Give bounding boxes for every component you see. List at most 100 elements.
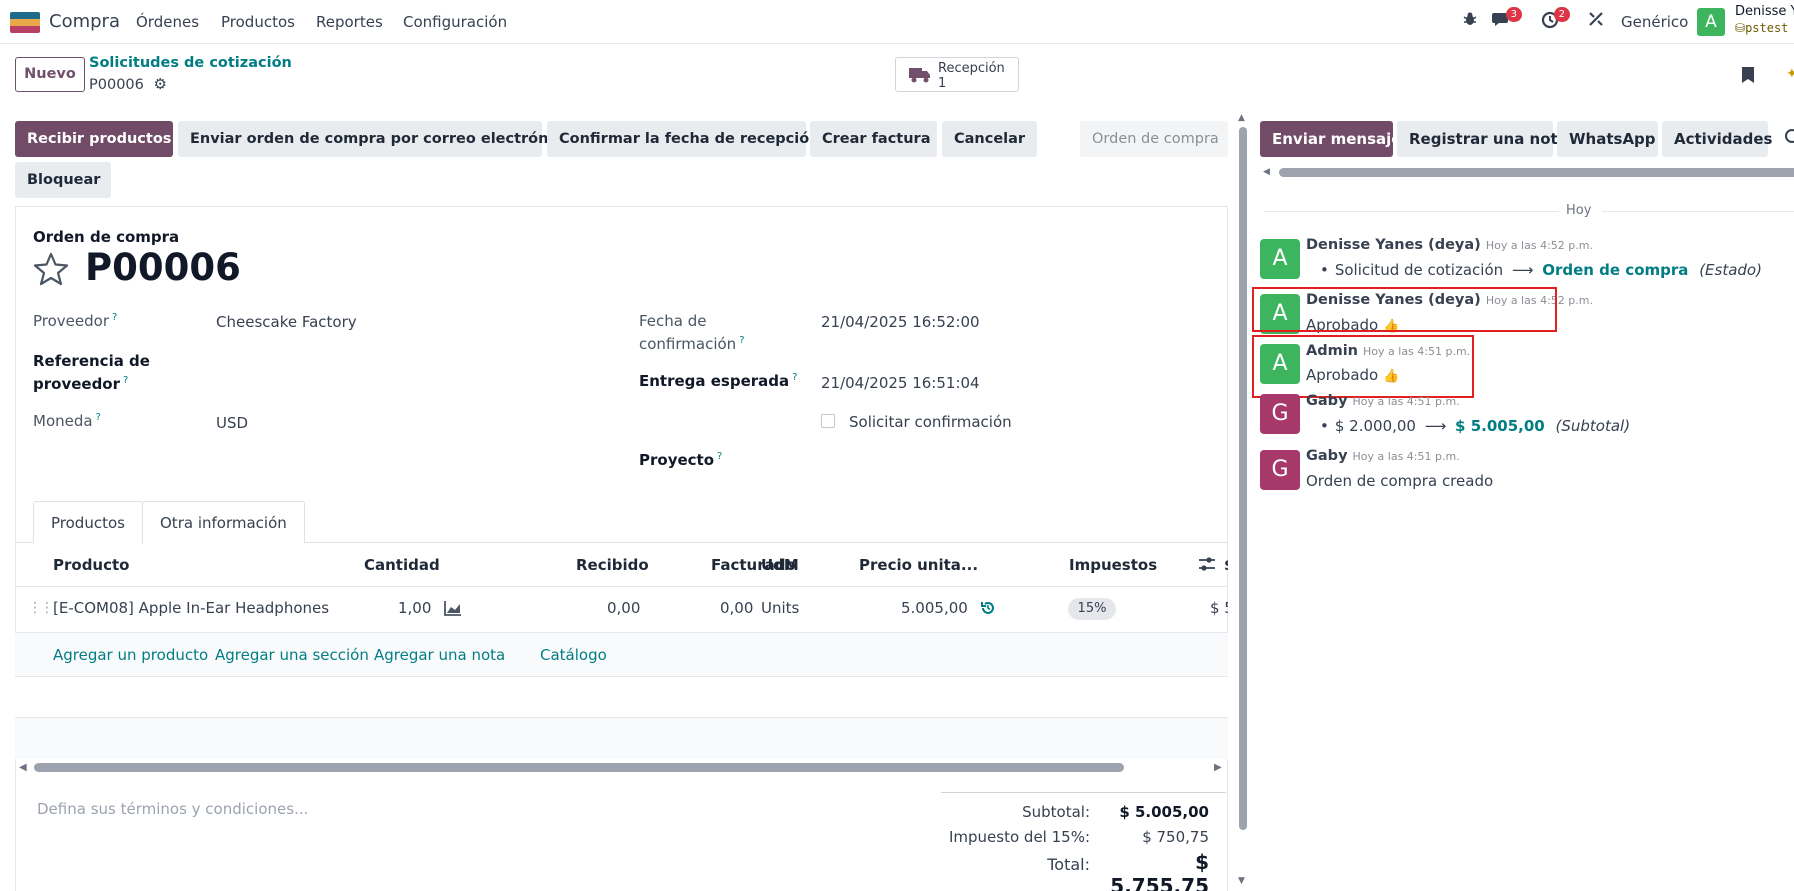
help-icon[interactable]: ? (739, 335, 744, 346)
message-body: Orden de compra creado (1306, 472, 1494, 490)
add-section-link[interactable]: Agregar una sección (215, 646, 369, 664)
favorite-star-icon[interactable] (33, 252, 69, 290)
tools-icon[interactable] (1584, 11, 1608, 33)
confirm-receipt-date-button[interactable]: Confirmar la fecha de recepción (547, 121, 820, 157)
receive-products-button[interactable]: Recibir productos (15, 121, 173, 157)
vendor-field[interactable]: Cheescake Factory (216, 313, 357, 331)
send-message-button[interactable]: Enviar mensaje (1260, 121, 1401, 157)
company-switcher[interactable]: Genérico (1621, 13, 1688, 31)
menu-configuracion[interactable]: Configuración (403, 13, 507, 31)
ask-confirmation-checkbox[interactable] (821, 414, 835, 428)
tab-productos[interactable]: Productos (33, 501, 143, 544)
activities-badge: 2 (1553, 7, 1570, 22)
scroll-left-arrow[interactable]: ◀ (19, 762, 27, 773)
database-name: ⛁pstest (1735, 21, 1789, 35)
menu-productos[interactable]: Productos (221, 13, 295, 31)
col-precio-unitario[interactable]: Precio unita... (859, 556, 978, 574)
col-impuestos[interactable]: Impuestos (1069, 556, 1157, 574)
send-po-email-button[interactable]: Enviar orden de compra por correo electr… (178, 121, 572, 157)
tab-otra-informacion[interactable]: Otra información (142, 501, 305, 543)
terms-field[interactable]: Defina sus términos y condiciones... (37, 800, 308, 818)
drag-handle-icon[interactable]: ⋮⋮ (28, 600, 54, 616)
gear-icon[interactable]: ⚙ (153, 75, 166, 93)
menu-reportes[interactable]: Reportes (316, 13, 383, 31)
whatsapp-button[interactable]: WhatsApp (1557, 121, 1658, 157)
line-unit-price[interactable]: 5.005,00 (901, 599, 968, 617)
chatter-scroll-left[interactable]: ◀ (1263, 167, 1270, 177)
bookmark-icon[interactable] (1741, 66, 1755, 88)
status-purchase-order: Orden de compra (1080, 121, 1228, 157)
vertical-scrollbar[interactable] (1239, 127, 1247, 830)
menu-ordenes[interactable]: Órdenes (136, 13, 199, 31)
app-name[interactable]: Compra (49, 11, 120, 32)
message-author: Gaby Hoy a las 4:51 p.m. (1306, 448, 1460, 464)
help-icon[interactable]: ? (96, 412, 101, 423)
activities-button[interactable]: Actividades (1662, 121, 1772, 157)
message-author: Gaby Hoy a las 4:51 p.m. (1306, 393, 1460, 409)
activities-clock-icon[interactable]: 2 (1538, 7, 1570, 33)
line-quantity[interactable]: 1,00 (398, 599, 431, 617)
forecast-chart-icon[interactable] (444, 600, 462, 620)
help-icon[interactable]: ? (792, 372, 797, 383)
scroll-right-arrow[interactable]: ▶ (1214, 762, 1222, 773)
project-field[interactable] (821, 450, 1211, 474)
highlight-box (1252, 335, 1474, 398)
search-icon[interactable] (1784, 128, 1794, 150)
vscroll-down-arrow[interactable]: ▼ (1238, 876, 1245, 886)
help-icon[interactable]: ? (123, 375, 128, 386)
reception-smart-button[interactable]: Recepción 1 (895, 57, 1019, 92)
user-avatar[interactable]: A (1697, 8, 1725, 36)
column-settings-icon[interactable] (1198, 556, 1216, 576)
vendor-ref-label-1: Referencia de (33, 352, 150, 370)
col-producto[interactable]: Producto (53, 556, 129, 574)
log-note-button[interactable]: Registrar una nota (1397, 121, 1568, 157)
apps-menu-icon[interactable] (10, 12, 40, 33)
catalog-link[interactable]: Catálogo (540, 646, 607, 664)
vscroll-up-arrow[interactable]: ▲ (1238, 113, 1245, 123)
reception-count: 1 (938, 76, 947, 91)
confirm-date-label-1: Fecha de (639, 312, 707, 330)
user-name[interactable]: Denisse Y (1735, 4, 1794, 19)
empty-row (15, 677, 1228, 717)
header-divider (15, 586, 1228, 587)
subtotal-label: Subtotal: (1022, 803, 1090, 821)
create-invoice-button[interactable]: Crear factura (810, 121, 937, 157)
col-subtotal[interactable]: $ I (1224, 556, 1228, 574)
col-recibido[interactable]: Recibido (576, 556, 649, 574)
debug-bug-icon[interactable] (1458, 11, 1482, 33)
currency-field[interactable]: USD (216, 414, 248, 432)
confirm-date-label-2: confirmación? (639, 335, 745, 353)
confirm-date-field[interactable]: 21/04/2025 16:52:00 (821, 313, 980, 331)
breadcrumb-parent[interactable]: Solicitudes de cotización (89, 55, 292, 71)
message-avatar[interactable]: G (1260, 450, 1300, 490)
add-product-link[interactable]: Agregar un producto (53, 646, 208, 664)
add-note-link[interactable]: Agregar una nota (374, 646, 505, 664)
help-icon[interactable]: ? (717, 451, 722, 462)
truck-icon (909, 68, 930, 83)
expected-date-field[interactable]: 21/04/2025 16:51:04 (821, 374, 980, 392)
col-cantidad[interactable]: Cantidad (364, 556, 440, 574)
price-history-icon[interactable] (980, 600, 996, 620)
form-sheet (15, 206, 1228, 891)
message-avatar[interactable]: A (1260, 239, 1300, 279)
cancel-button[interactable]: Cancelar (942, 121, 1037, 157)
star-edge-icon[interactable]: ✦ (1786, 66, 1794, 82)
chatter-horizontal-scrollbar[interactable] (1279, 168, 1794, 177)
total-label: Total: (1047, 855, 1090, 874)
new-button[interactable]: Nuevo (15, 57, 85, 92)
line-tax-badge[interactable]: 15% (1068, 598, 1116, 620)
lock-button[interactable]: Bloquear (15, 162, 111, 198)
ask-confirmation-label[interactable]: Solicitar confirmación (849, 413, 1012, 431)
line-product[interactable]: [E-COM08] Apple In-Ear Headphones (53, 599, 329, 617)
message-avatar[interactable]: G (1260, 394, 1300, 434)
horizontal-scrollbar[interactable] (34, 763, 1124, 772)
col-udm[interactable]: UdM (761, 556, 799, 574)
help-icon[interactable]: ? (112, 312, 117, 323)
vendor-ref-field[interactable] (216, 360, 606, 384)
line-uom[interactable]: Units (761, 599, 799, 617)
messages-icon[interactable]: 3 (1490, 7, 1522, 33)
message-author: Denisse Yanes (deya) Hoy a las 4:52 p.m. (1306, 237, 1593, 253)
empty-row-alt (15, 718, 1228, 759)
tracking-value-subtotal: • $ 2.000,00 ⟶ $ 5.005,00 (Subtotal) (1320, 417, 1631, 435)
main-navbar: Compra Órdenes Productos Reportes Config… (0, 0, 1794, 44)
